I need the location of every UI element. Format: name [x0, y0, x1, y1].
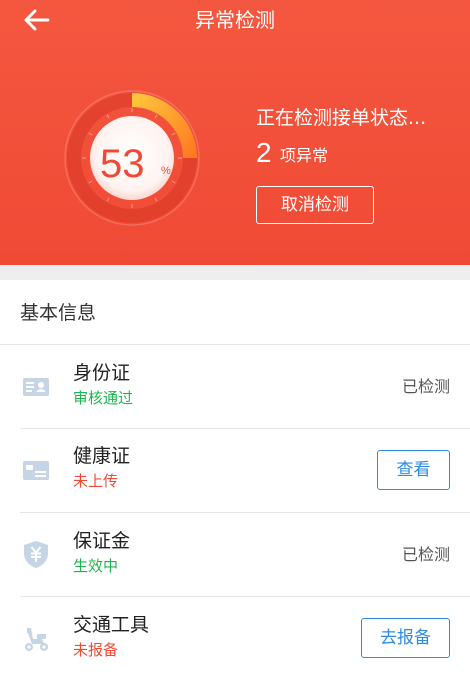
health-card-icon [23, 461, 49, 480]
anomaly-count: 2 [256, 137, 272, 168]
item-name: 交通工具 [73, 614, 150, 636]
gauge-tick [88, 132, 93, 136]
gauge-tick [106, 114, 110, 119]
item-status: 未报备 [73, 641, 119, 659]
gauge-tick [88, 180, 93, 184]
item-check-state: 已检测 [401, 377, 450, 396]
gauge-tick [171, 132, 176, 136]
id-card-icon [23, 378, 49, 396]
page-title: 异常检测 [195, 8, 275, 32]
gauge-tick [106, 197, 110, 202]
progress-percent: 53 [100, 142, 145, 186]
list-item-vehicle[interactable]: 交通工具 未报备 去报备 [0, 597, 470, 680]
item-name: 身份证 [73, 362, 131, 384]
list-item-health-card[interactable]: 健康证 未上传 查看 [0, 429, 470, 512]
deposit-shield-icon [24, 541, 48, 568]
detection-header: 异常检测 53 % 正在检测接单状态... 2 项异常 取消检测 [0, 0, 470, 265]
section-title: 基本信息 [20, 302, 97, 324]
item-name: 保证金 [73, 530, 131, 552]
list-item-deposit[interactable]: 保证金 生效中 已检测 [0, 513, 470, 596]
cancel-detection-button[interactable]: 取消检测 [256, 186, 374, 224]
item-status: 审核通过 [73, 389, 134, 407]
progress-percent-unit: % [161, 165, 171, 177]
anomaly-label: 项异常 [280, 146, 329, 165]
basic-info-section: 基本信息 身份证 审核通过 已检测 健康证 未上传 查看 保证金 生效中 已检测… [0, 280, 470, 680]
item-status: 生效中 [73, 557, 119, 575]
view-button[interactable]: 查看 [377, 450, 450, 490]
report-button[interactable]: 去报备 [361, 618, 450, 658]
scooter-icon [25, 628, 48, 651]
detection-status-text: 正在检测接单状态... [256, 107, 427, 129]
item-status: 未上传 [73, 472, 119, 490]
gauge-tick [154, 197, 158, 202]
gauge-tick [171, 180, 176, 184]
item-name: 健康证 [73, 445, 131, 467]
list-item-id-card[interactable]: 身份证 审核通过 已检测 [0, 345, 470, 428]
gauge-tick [154, 114, 158, 119]
item-check-state: 已检测 [401, 545, 450, 564]
